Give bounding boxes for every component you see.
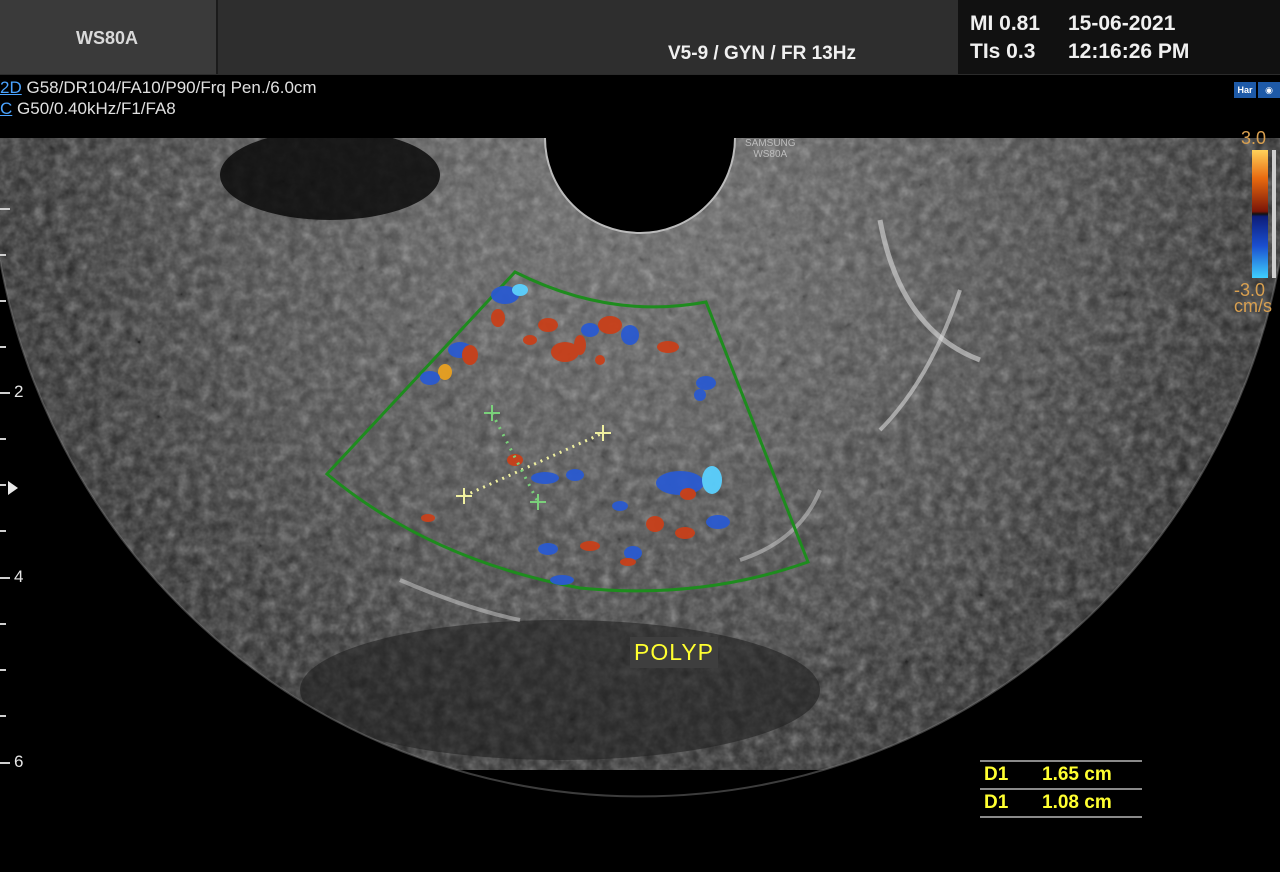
depth-label-2: 2 bbox=[14, 382, 24, 401]
depth-tick bbox=[0, 392, 10, 394]
depth-tick bbox=[0, 300, 6, 302]
image-watermark: SAMSUNG WS80A bbox=[745, 138, 796, 160]
color-scale-unit: cm/s bbox=[1234, 296, 1272, 316]
ultrasound-image bbox=[0, 137, 1280, 798]
depth-tick bbox=[0, 577, 10, 579]
depth-tick bbox=[0, 254, 6, 256]
measurement-row: D1 1.65 cm bbox=[980, 760, 1142, 790]
color-bar-edge bbox=[1272, 150, 1276, 278]
depth-tick bbox=[0, 669, 6, 671]
depth-tick bbox=[0, 484, 6, 486]
measurement-row: D1 1.08 cm bbox=[980, 790, 1142, 818]
depth-tick bbox=[0, 762, 10, 764]
depth-label-6: 6 bbox=[14, 752, 24, 771]
watermark-line2: WS80A bbox=[753, 149, 788, 160]
watermark-line1: SAMSUNG bbox=[745, 138, 796, 149]
focus-marker-icon bbox=[8, 481, 18, 495]
depth-tick bbox=[0, 208, 10, 210]
depth-tick bbox=[0, 346, 6, 348]
measurement-value: 1.08 cm bbox=[1042, 792, 1112, 813]
color-velocity-bar bbox=[1252, 150, 1268, 278]
depth-tick bbox=[0, 530, 6, 532]
measurement-label: D1 bbox=[984, 792, 1009, 813]
measurement-results: D1 1.65 cm D1 1.08 cm bbox=[980, 760, 1142, 818]
depth-tick bbox=[0, 623, 6, 625]
measurement-label: D1 bbox=[984, 764, 1009, 785]
depth-tick bbox=[0, 438, 6, 440]
annotation-label[interactable]: POLYP bbox=[630, 637, 718, 668]
depth-label-4: 4 bbox=[14, 567, 24, 586]
measurement-value: 1.65 cm bbox=[1042, 764, 1112, 785]
color-scale-max: 3.0 bbox=[1241, 128, 1267, 148]
depth-tick bbox=[0, 715, 6, 717]
